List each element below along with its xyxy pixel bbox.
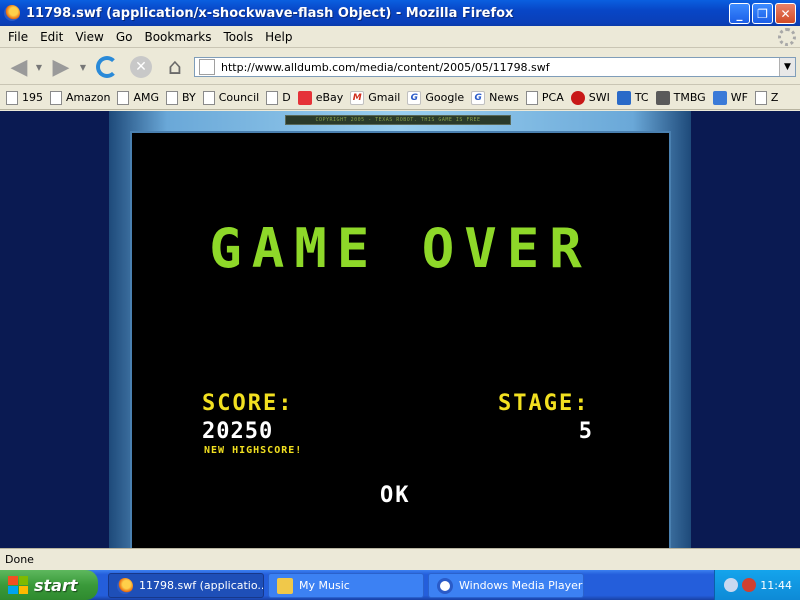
menu-file[interactable]: File [2,30,34,44]
bookmark-swi[interactable]: SWI [570,90,610,105]
bookmark-wf[interactable]: WF [712,90,748,105]
back-history-dropdown[interactable]: ▼ [34,53,44,81]
menu-help[interactable]: Help [259,30,298,44]
page-content: COPYRIGHT 2005 - TEXAS ROBOT. THIS GAME … [0,111,800,548]
url-text[interactable]: http://www.alldumb.com/media/content/200… [221,61,550,74]
back-button[interactable]: ◀ [4,53,34,81]
taskbar: start 11798.swf (applicatio... My Music … [0,570,800,600]
gmail-icon: M [350,90,365,105]
page-icon [266,90,279,105]
taskbar-item-firefox[interactable]: 11798.swf (applicatio... [108,573,264,598]
stop-button[interactable]: ✕ [126,53,156,81]
menu-bookmarks[interactable]: Bookmarks [138,30,217,44]
bookmark-tmbg[interactable]: TMBG [655,90,706,105]
game-screen[interactable]: GAME OVER SCORE: 20250 NEW HIGHSCORE! ST… [130,131,671,548]
bookmark-tc[interactable]: TC [616,90,649,105]
page-icon [117,90,130,105]
window-titlebar[interactable]: 11798.swf (application/x-shockwave-flash… [0,0,800,26]
clock: 11:44 [760,578,792,592]
status-bar: Done [0,548,800,570]
menu-go[interactable]: Go [110,30,139,44]
page-icon [50,90,62,105]
page-icon [199,59,215,75]
maximize-button[interactable]: ❐ [752,3,773,24]
tmbg-icon [655,90,670,105]
bookmark-ebay[interactable]: eBay [297,90,343,105]
flash-game-frame[interactable]: COPYRIGHT 2005 - TEXAS ROBOT. THIS GAME … [109,111,691,548]
reload-button[interactable] [92,53,122,81]
close-button[interactable]: ✕ [775,3,796,24]
tc-icon [616,90,631,105]
game-over-heading: GAME OVER [209,217,592,280]
tray-expand-icon[interactable] [724,578,739,592]
google-icon: G [407,90,422,105]
stage-label: STAGE: [498,391,590,416]
bookmark-amazon[interactable]: Amazon [50,90,110,105]
taskbar-item-media-player[interactable]: Windows Media Player [428,573,584,598]
address-bar[interactable]: http://www.alldumb.com/media/content/200… [194,57,796,77]
network-icon[interactable] [742,578,757,592]
copyright-banner: COPYRIGHT 2005 - TEXAS ROBOT. THIS GAME … [285,115,511,125]
window-title: 11798.swf (application/x-shockwave-flash… [26,5,514,21]
bookmark-d[interactable]: D [266,90,291,105]
bookmark-gmail[interactable]: M Gmail [350,90,400,105]
new-highscore-label: NEW HIGHSCORE! [204,445,303,456]
bookmark-pca[interactable]: PCA [525,90,564,105]
bookmark-google[interactable]: G Google [407,90,464,105]
bookmark-z[interactable]: Z [754,90,778,105]
bookmark-news[interactable]: G News [471,90,519,105]
page-icon [6,90,18,105]
ebay-icon [297,90,312,105]
minimize-button[interactable]: _ [729,3,750,24]
back-arrow-icon: ◀ [10,54,28,80]
url-dropdown[interactable]: ▼ [779,58,795,76]
page-icon [166,90,179,105]
bookmark-amg[interactable]: AMG [117,90,159,105]
taskbar-item-my-music[interactable]: My Music [268,573,424,598]
firefox-icon [117,577,133,594]
home-button[interactable]: ⌂ [160,53,190,81]
start-label: start [34,575,78,595]
throbber-icon [778,28,796,46]
page-icon [754,90,767,105]
menu-view[interactable]: View [69,30,109,44]
bookmarks-toolbar: 195 Amazon AMG BY Council D eBay M Gmail … [0,86,800,110]
swi-icon [570,90,585,105]
home-icon: ⌂ [168,54,182,80]
ok-button[interactable]: OK [380,483,411,508]
bookmark-195[interactable]: 195 [6,90,43,105]
stop-icon: ✕ [130,56,152,78]
page-icon [202,90,215,105]
bookmark-council[interactable]: Council [202,90,259,105]
score-label: SCORE: [202,391,294,416]
folder-icon [277,577,293,594]
start-button[interactable]: start [0,570,98,600]
media-player-icon [437,577,453,594]
firefox-icon [4,5,20,21]
menu-tools[interactable]: Tools [218,30,260,44]
menu-edit[interactable]: Edit [34,30,69,44]
menubar: File Edit View Go Bookmarks Tools Help [0,26,800,48]
forward-arrow-icon: ▶ [52,54,70,80]
forward-button[interactable]: ▶ [46,53,76,81]
bookmark-by[interactable]: BY [166,90,196,105]
google-news-icon: G [471,90,486,105]
system-tray: 11:44 [714,570,800,600]
windows-flag-icon [8,576,28,594]
wf-icon [712,90,727,105]
score-value: 20250 [202,419,274,444]
forward-history-dropdown[interactable]: ▼ [78,53,88,81]
stage-value: 5 [578,419,592,444]
page-icon [525,90,538,105]
reload-icon [96,56,118,78]
status-text: Done [5,553,34,566]
